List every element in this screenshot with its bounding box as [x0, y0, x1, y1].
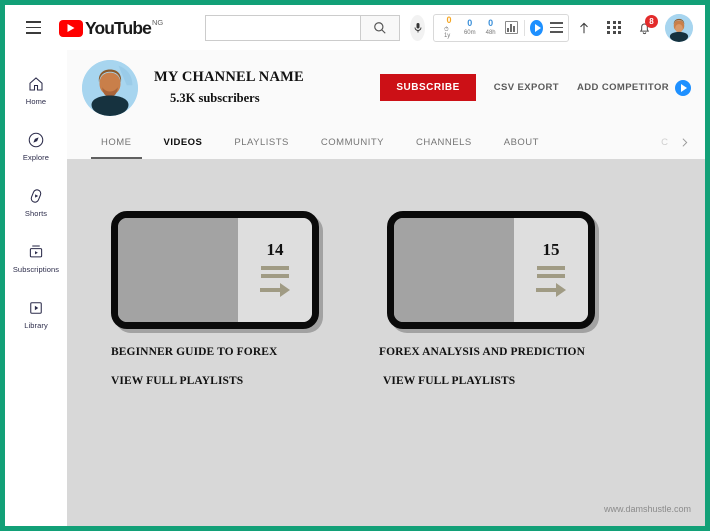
voice-search-button[interactable] [410, 14, 425, 41]
sidebar-item-subscriptions[interactable]: Subscriptions [5, 230, 67, 286]
apps-button[interactable] [599, 13, 629, 43]
chevron-right-icon [682, 137, 688, 147]
home-icon [29, 76, 43, 91]
playlist-card[interactable]: 14 BEGINNER GUIDE TO FOREX VIEW FULL PLA… [111, 211, 319, 387]
add-competitor-button[interactable]: ADD COMPETITOR [577, 79, 691, 96]
bar-chart-icon[interactable] [504, 21, 518, 34]
channel-name: MY CHANNEL NAME [154, 69, 304, 85]
sidebar-label: Home [25, 96, 47, 106]
channel-header: MY CHANNEL NAME 5.3K subscribers SUBSCRI… [67, 50, 705, 125]
playlist-title: FOREX ANALYSIS AND PREDICTION [379, 346, 586, 358]
vidiq-stat-label: 60m [463, 30, 476, 36]
watermark-text: www.damshustle.com [603, 504, 691, 514]
vidiq-stat-60min: 0 60m [459, 18, 481, 37]
thumbnail-image [118, 218, 238, 322]
sidebar-item-library[interactable]: Library [5, 286, 67, 342]
subscribe-button[interactable]: SUBSCRIBE [380, 74, 476, 101]
sidebar-item-home[interactable]: Home [5, 62, 67, 118]
top-right-icons: 8 [569, 13, 697, 43]
tab-videos[interactable]: VIDEOS [148, 125, 219, 159]
notifications-button[interactable]: 8 [629, 13, 659, 43]
playlist-video-count: 15 [542, 239, 560, 259]
avatar [82, 59, 138, 116]
search-icon [374, 21, 386, 34]
playlist-line [537, 273, 565, 278]
sidebar-label: Library [24, 320, 48, 330]
left-sidebar: Home Explore Shorts Subscriptions Librar… [5, 50, 67, 526]
sidebar-label: Subscriptions [12, 264, 60, 274]
playlist-arrow-icon [260, 282, 290, 297]
playlist-thumbnail[interactable]: 15 [387, 211, 595, 329]
sidebar-item-shorts[interactable]: Shorts [5, 174, 67, 230]
playlist-card[interactable]: 15 FOREX ANALYSIS AND PREDICTION VIEW FU… [379, 211, 595, 387]
tab-about[interactable]: ABOUT [488, 125, 555, 159]
vidiq-extension-widget[interactable]: 0 ⏱ 1y 0 60m 0 48h [432, 13, 569, 42]
channel-info: MY CHANNEL NAME 5.3K subscribers [154, 69, 304, 106]
shorts-icon [30, 188, 42, 203]
vidiq-logo-icon [675, 79, 691, 96]
playlist-line [537, 265, 565, 270]
apps-grid-icon [607, 20, 621, 35]
vidiq-stat-value: 0 [446, 15, 452, 25]
microphone-icon [414, 22, 422, 32]
youtube-play-icon [59, 19, 83, 37]
search-input[interactable] [205, 14, 361, 41]
playlist-thumbnail[interactable]: 14 [111, 211, 319, 329]
channel-tabs: HOME VIDEOS PLAYLISTS COMMUNITY CHANNELS… [67, 125, 705, 159]
search-bar [205, 14, 401, 41]
vidiq-stat-value: 0 [488, 18, 494, 28]
playlist-overlay: 14 [238, 218, 312, 322]
main-content: 14 BEGINNER GUIDE TO FOREX VIEW FULL PLA… [67, 159, 705, 526]
view-full-playlists-link[interactable]: VIEW FULL PLAYLISTS [383, 375, 595, 387]
youtube-logo[interactable]: YouTube NG [59, 17, 163, 39]
playlist-line [261, 273, 289, 278]
vidiq-menu-icon[interactable] [550, 22, 563, 33]
upload-button[interactable] [569, 13, 599, 43]
youtube-country-code: NG [151, 17, 164, 27]
hamburger-menu-icon[interactable] [26, 15, 41, 41]
tabs-overflow-button[interactable]: C [661, 125, 705, 159]
account-avatar[interactable] [665, 13, 693, 42]
vidiq-stat-1year: 0 ⏱ 1y [439, 15, 459, 40]
playlist-arrow-icon [536, 282, 566, 297]
sidebar-item-explore[interactable]: Explore [5, 118, 67, 174]
vidiq-stat-label: 48h [485, 30, 496, 36]
csv-export-button[interactable]: CSV EXPORT [494, 82, 559, 93]
tab-channels[interactable]: CHANNELS [400, 125, 488, 159]
search-button[interactable] [360, 14, 401, 41]
vidiq-stat-48hr: 0 48h [481, 18, 501, 37]
youtube-logo-text: YouTube [85, 17, 152, 38]
avatar [665, 13, 693, 42]
playlist-overlay: 15 [514, 218, 588, 322]
sidebar-label: Shorts [24, 208, 48, 218]
notification-count-badge: 8 [645, 14, 658, 28]
vidiq-logo-icon[interactable] [530, 19, 543, 36]
tab-home[interactable]: HOME [85, 125, 148, 159]
divider [523, 19, 525, 36]
youtube-page: YouTube NG 0 ⏱ 1y 0 60m 0 48h 8 Home Exp… [5, 5, 705, 526]
playlist-line [261, 265, 289, 270]
thumbnail-image [394, 218, 514, 322]
channel-actions: SUBSCRIBE CSV EXPORT ADD COMPETITOR [380, 74, 691, 101]
channel-avatar[interactable] [82, 59, 138, 116]
sidebar-label: Explore [22, 152, 50, 162]
playlist-video-count: 14 [266, 239, 284, 259]
vidiq-stat-label: ⏱ 1y [443, 27, 451, 39]
tab-playlists[interactable]: PLAYLISTS [218, 125, 305, 159]
top-navigation-bar: YouTube NG 0 ⏱ 1y 0 60m 0 48h 8 [5, 5, 705, 50]
playlist-title: BEGINNER GUIDE TO FOREX [111, 346, 278, 358]
tab-community[interactable]: COMMUNITY [305, 125, 400, 159]
compass-icon [28, 132, 44, 147]
upload-icon [580, 22, 588, 33]
view-full-playlists-link[interactable]: VIEW FULL PLAYLISTS [111, 375, 319, 387]
vidiq-stat-value: 0 [467, 18, 473, 28]
subscriptions-icon [29, 244, 43, 257]
playlist-card-grid: 14 BEGINNER GUIDE TO FOREX VIEW FULL PLA… [67, 159, 705, 387]
tab-partial-label: C [661, 136, 668, 148]
browser-frame: YouTube NG 0 ⏱ 1y 0 60m 0 48h 8 Home Exp… [0, 0, 710, 531]
library-icon [30, 301, 42, 314]
channel-subscriber-count: 5.3K subscribers [170, 91, 260, 105]
add-competitor-label: ADD COMPETITOR [577, 82, 669, 93]
